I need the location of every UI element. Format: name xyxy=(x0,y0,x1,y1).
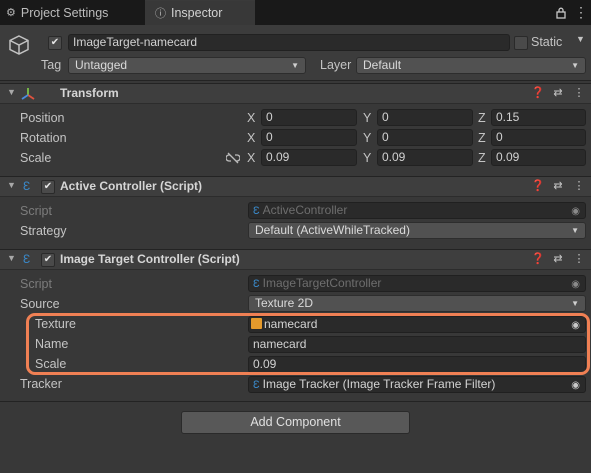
foldout-arrow-icon[interactable]: ▼ xyxy=(7,87,16,97)
strategy-value: Default (ActiveWhileTracked) xyxy=(255,223,410,237)
help-icon[interactable]: ❓ xyxy=(531,179,545,192)
tab-bar: ⚙ Project Settings ⓘ Inspector ⋮ xyxy=(0,0,591,25)
presets-icon[interactable]: ⇄ xyxy=(552,252,564,265)
tracker-value: Image Tracker (Image Tracker Frame Filte… xyxy=(262,377,496,391)
tab-inspector-label: Inspector xyxy=(171,6,223,20)
kebab-menu-icon[interactable]: ⋮ xyxy=(573,252,585,265)
script-label: Script xyxy=(20,277,52,291)
lock-icon[interactable] xyxy=(556,0,566,25)
gameobject-cube-icon xyxy=(9,35,29,55)
source-label: Source xyxy=(20,297,60,311)
active-checkbox[interactable]: ✔ xyxy=(48,36,62,50)
object-picker-icon: ◉ xyxy=(571,279,580,290)
script-value: ImageTargetController xyxy=(262,276,382,290)
transform-axes-icon xyxy=(21,88,35,100)
image-target-controller-header[interactable]: ▼ Ɛ ✔ Image Target Controller (Script) ❓… xyxy=(0,249,591,270)
static-checkbox[interactable] xyxy=(514,36,528,50)
component-header-icons: ❓ ⇄ ⋮ xyxy=(531,252,585,265)
object-picker-icon[interactable]: ◉ xyxy=(571,378,580,392)
position-z-axis[interactable]: Z xyxy=(478,111,486,125)
tag-value: Untagged xyxy=(75,58,128,72)
script-label: Script xyxy=(20,204,52,218)
help-icon[interactable]: ❓ xyxy=(531,252,545,265)
help-icon[interactable]: ❓ xyxy=(531,86,545,99)
script-icon: Ɛ xyxy=(253,205,260,217)
strategy-dropdown[interactable]: Default (ActiveWhileTracked) ▼ xyxy=(248,222,586,239)
image-target-controller-title: Image Target Controller (Script) xyxy=(60,252,240,266)
add-component-button[interactable]: Add Component xyxy=(181,411,410,434)
position-x-axis[interactable]: X xyxy=(247,111,255,125)
position-label: Position xyxy=(20,111,65,125)
scale-x-field[interactable]: 0.09 xyxy=(261,149,357,166)
transform-title: Transform xyxy=(60,86,119,100)
script-icon: Ɛ xyxy=(23,179,31,193)
chevron-down-icon: ▼ xyxy=(571,299,579,308)
script-icon: Ɛ xyxy=(23,252,31,266)
tag-label: Tag xyxy=(41,58,62,72)
rotation-x-field[interactable]: 0 xyxy=(261,129,357,146)
transform-header[interactable]: ▼ Transform ❓ ⇄ ⋮ xyxy=(0,83,591,104)
chevron-down-icon: ▼ xyxy=(291,61,299,70)
divider xyxy=(0,401,591,402)
scale-z-field[interactable]: 0.09 xyxy=(491,149,586,166)
source-value: Texture 2D xyxy=(255,296,314,310)
object-name-field[interactable]: ImageTarget-namecard xyxy=(68,34,510,51)
active-controller-enabled-checkbox[interactable]: ✔ xyxy=(41,180,55,194)
foldout-arrow-icon[interactable]: ▼ xyxy=(7,253,16,263)
kebab-menu-icon[interactable]: ⋮ xyxy=(573,86,585,99)
tab-inspector[interactable]: ⓘ Inspector xyxy=(145,0,255,25)
rotation-label: Rotation xyxy=(20,131,67,145)
rotation-y-axis[interactable]: Y xyxy=(363,131,371,145)
scale-y-axis[interactable]: Y xyxy=(363,151,371,165)
position-x-field[interactable]: 0 xyxy=(261,109,357,126)
rotation-z-axis[interactable]: Z xyxy=(478,131,486,145)
script-icon: Ɛ xyxy=(253,278,260,290)
rotation-z-field[interactable]: 0 xyxy=(491,129,586,146)
kebab-menu-icon[interactable]: ⋮ xyxy=(573,179,585,192)
layer-label: Layer xyxy=(320,58,352,72)
strategy-label: Strategy xyxy=(20,224,67,238)
static-dropdown-arrow[interactable]: ▼ xyxy=(576,34,585,44)
scale-x-axis[interactable]: X xyxy=(247,151,255,165)
active-controller-script-field: Ɛ ActiveController ◉ xyxy=(248,202,586,219)
component-header-icons: ❓ ⇄ ⋮ xyxy=(531,86,585,99)
source-dropdown[interactable]: Texture 2D ▼ xyxy=(248,295,586,312)
tab-project-settings-label: Project Settings xyxy=(20,5,109,20)
component-header-icons: ❓ ⇄ ⋮ xyxy=(531,179,585,192)
inspector-window: { "tabs": { "project_settings": "Project… xyxy=(0,0,591,473)
layer-value: Default xyxy=(363,58,402,72)
object-picker-icon: ◉ xyxy=(571,206,580,217)
tag-dropdown[interactable]: Untagged ▼ xyxy=(68,57,306,74)
scale-y-field[interactable]: 0.09 xyxy=(377,149,473,166)
presets-icon[interactable]: ⇄ xyxy=(552,179,564,192)
chevron-down-icon: ▼ xyxy=(571,226,579,235)
static-label: Static xyxy=(531,35,563,49)
image-target-controller-script-field: Ɛ ImageTargetController ◉ xyxy=(248,275,586,292)
position-y-field[interactable]: 0 xyxy=(377,109,473,126)
presets-icon[interactable]: ⇄ xyxy=(552,86,564,99)
rotation-x-axis[interactable]: X xyxy=(247,131,255,145)
layer-dropdown[interactable]: Default ▼ xyxy=(356,57,586,74)
highlight-annotation xyxy=(26,313,590,375)
tracker-field[interactable]: Ɛ Image Tracker (Image Tracker Frame Filt… xyxy=(248,376,586,393)
position-z-field[interactable]: 0.15 xyxy=(491,109,586,126)
script-value: ActiveController xyxy=(262,203,348,217)
info-icon: ⓘ xyxy=(155,8,166,20)
tab-project-settings[interactable]: ⚙ Project Settings xyxy=(6,0,108,25)
active-controller-title: Active Controller (Script) xyxy=(60,179,203,193)
scale-z-axis[interactable]: Z xyxy=(478,151,486,165)
gear-icon: ⚙ xyxy=(6,7,16,19)
chevron-down-icon: ▼ xyxy=(571,61,579,70)
foldout-arrow-icon[interactable]: ▼ xyxy=(7,180,16,190)
image-target-controller-enabled-checkbox[interactable]: ✔ xyxy=(41,253,55,267)
constrain-proportions-icon[interactable] xyxy=(226,152,240,164)
rotation-y-field[interactable]: 0 xyxy=(377,129,473,146)
kebab-menu-icon[interactable]: ⋮ xyxy=(574,0,588,25)
scale-label: Scale xyxy=(20,151,52,165)
script-icon: Ɛ xyxy=(253,379,260,391)
active-controller-header[interactable]: ▼ Ɛ ✔ Active Controller (Script) ❓ ⇄ ⋮ xyxy=(0,176,591,197)
position-y-axis[interactable]: Y xyxy=(363,111,371,125)
tracker-label: Tracker xyxy=(20,377,62,391)
